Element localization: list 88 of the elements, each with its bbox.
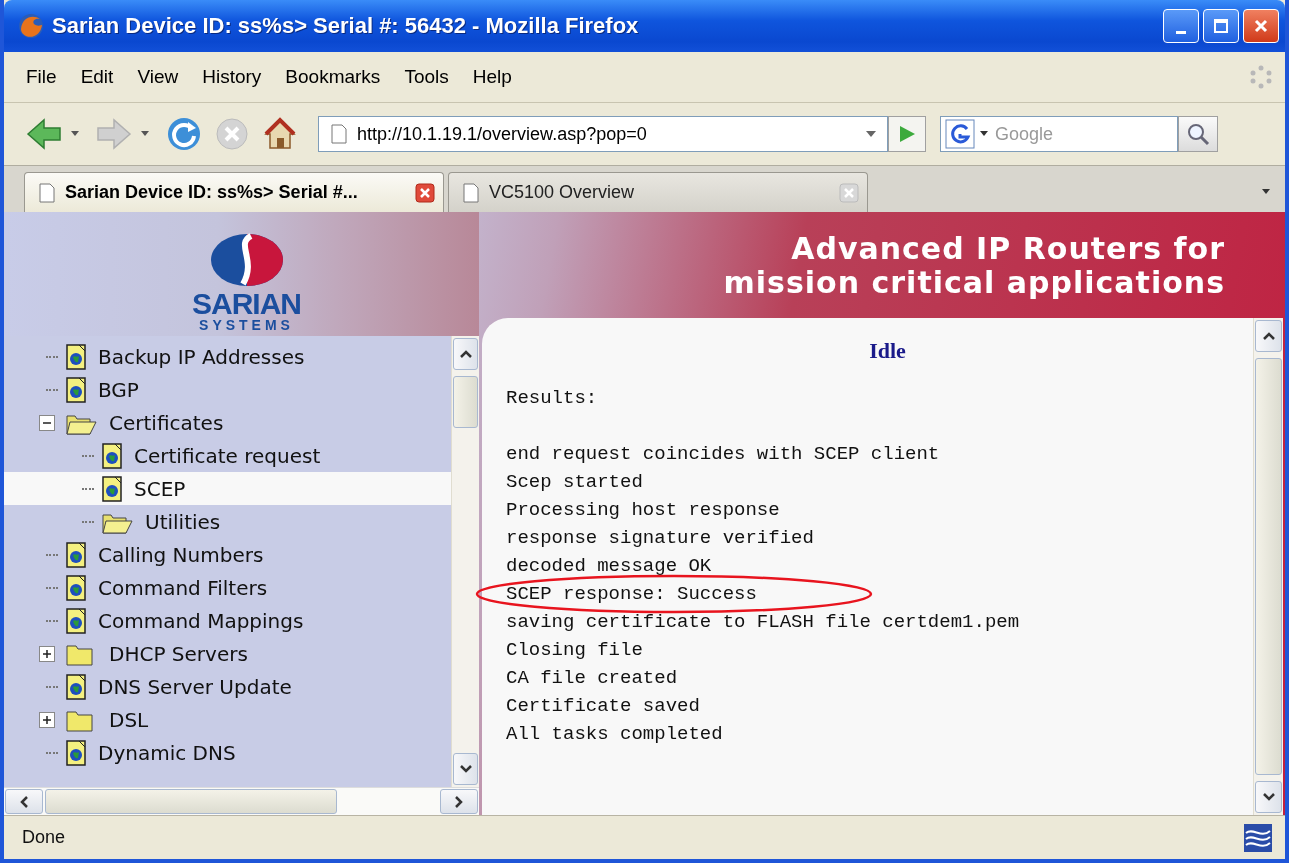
page-icon [66, 376, 86, 403]
browser-tab[interactable]: VC5100 Overview [448, 172, 868, 212]
minimize-button[interactable] [1163, 9, 1199, 43]
close-icon [839, 182, 859, 203]
status-badge-icon [1243, 822, 1273, 853]
page-icon [102, 442, 122, 469]
banner-tagline: mission critical applications [723, 266, 1225, 300]
logo-subtitle: SYSTEMS [199, 318, 294, 332]
maximize-icon [1213, 18, 1229, 34]
scrollbar-thumb[interactable] [453, 376, 478, 428]
tree-item[interactable]: Certificates [4, 406, 451, 439]
tree-item[interactable]: DNS Server Update [4, 670, 451, 703]
expand-icon[interactable] [39, 711, 55, 728]
home-icon [262, 116, 298, 152]
logo-wordmark: SARIAN [192, 290, 301, 318]
log-line: end request coincides with SCEP client [506, 442, 940, 467]
search-button[interactable] [1178, 116, 1218, 152]
go-button[interactable] [888, 116, 926, 152]
dropdown-caret-icon[interactable] [140, 130, 150, 138]
log-line: Processing host response [506, 498, 780, 523]
log-line: All tasks completed [506, 722, 723, 747]
dropdown-caret-icon[interactable] [979, 130, 989, 138]
page-icon [66, 739, 86, 766]
log-line: response signature verified [506, 526, 814, 551]
log-line: Scep started [506, 470, 643, 495]
tab-close-button[interactable] [415, 182, 435, 203]
status-heading: Idle [868, 338, 907, 364]
menu-item[interactable]: Help [462, 64, 522, 90]
page-icon [463, 182, 479, 203]
log-line: SCEP response: Success [506, 580, 757, 608]
tree-item[interactable]: Certificate request [4, 439, 451, 472]
tree-item[interactable]: Calling Numbers [4, 538, 451, 571]
close-icon [415, 182, 435, 203]
page-icon [102, 475, 122, 502]
right-arrow-icon [96, 116, 132, 152]
tree-item[interactable]: Utilities [4, 505, 451, 538]
tree-item[interactable]: BGP [4, 373, 451, 406]
browser-logo-icon [18, 13, 44, 39]
menu-item[interactable]: History [192, 64, 272, 90]
close-icon [1253, 18, 1269, 34]
tree-item[interactable]: SCEP [4, 472, 451, 505]
log-line: decoded message OK [506, 554, 712, 579]
address-field[interactable]: http://10.1.19.1/overview.asp?pop=0 [318, 116, 888, 152]
scrollbar-thumb[interactable] [1255, 358, 1282, 775]
results-label: Results: [506, 386, 599, 411]
menu-item[interactable]: File [16, 64, 67, 90]
log-line: Closing file [506, 638, 643, 663]
dropdown-caret-icon[interactable] [865, 130, 877, 138]
play-icon [898, 124, 916, 144]
minimize-icon [1176, 30, 1186, 34]
page-icon [39, 182, 55, 203]
reload-icon [166, 116, 202, 152]
caret-icon [1261, 188, 1271, 196]
tree-item[interactable]: Dynamic DNS [4, 736, 451, 769]
search-icon [1186, 122, 1210, 146]
tree-item[interactable]: DHCP Servers [4, 637, 451, 670]
menu-item[interactable]: Edit [70, 64, 124, 90]
tree-item[interactable]: Command Filters [4, 571, 451, 604]
tree-item[interactable]: Command Mappings [4, 604, 451, 637]
log-line: saving certificate to FLASH file certdem1.pem [506, 610, 1020, 635]
expand-icon[interactable] [39, 645, 55, 662]
banner-tagline: Advanced IP Routers for [791, 232, 1225, 266]
page-icon [66, 673, 86, 700]
search-box[interactable]: Google [940, 116, 1178, 152]
browser-tab[interactable]: Sarian Device ID: ss%s> Serial #... [24, 172, 444, 212]
collapse-icon[interactable] [39, 414, 55, 431]
activity-throbber-icon [1249, 65, 1273, 89]
scrollbar-thumb[interactable] [45, 789, 337, 814]
page-icon [66, 574, 86, 601]
page-icon [66, 541, 86, 568]
menu-item[interactable]: Bookmarks [275, 64, 391, 90]
close-button[interactable] [1243, 9, 1279, 43]
left-arrow-icon [26, 116, 62, 152]
status-text: Done [22, 827, 66, 848]
tree-item[interactable]: Backup IP Addresses [4, 340, 451, 373]
page-icon [66, 343, 86, 370]
log-line: Certificate saved [506, 694, 700, 719]
tree-item[interactable]: DSL [4, 703, 451, 736]
dropdown-caret-icon[interactable] [70, 130, 80, 138]
menu-item[interactable]: View [127, 64, 189, 90]
maximize-button[interactable] [1203, 9, 1239, 43]
page-icon [66, 607, 86, 634]
search-engine-icon[interactable] [945, 119, 975, 149]
window-title: Sarian Device ID: ss%s> Serial #: 56432 - Mozilla Firefox [52, 13, 640, 39]
menu-item[interactable]: Tools [394, 64, 459, 90]
page-icon [331, 124, 347, 144]
stop-icon [214, 116, 250, 152]
log-line: CA file created [506, 666, 678, 691]
